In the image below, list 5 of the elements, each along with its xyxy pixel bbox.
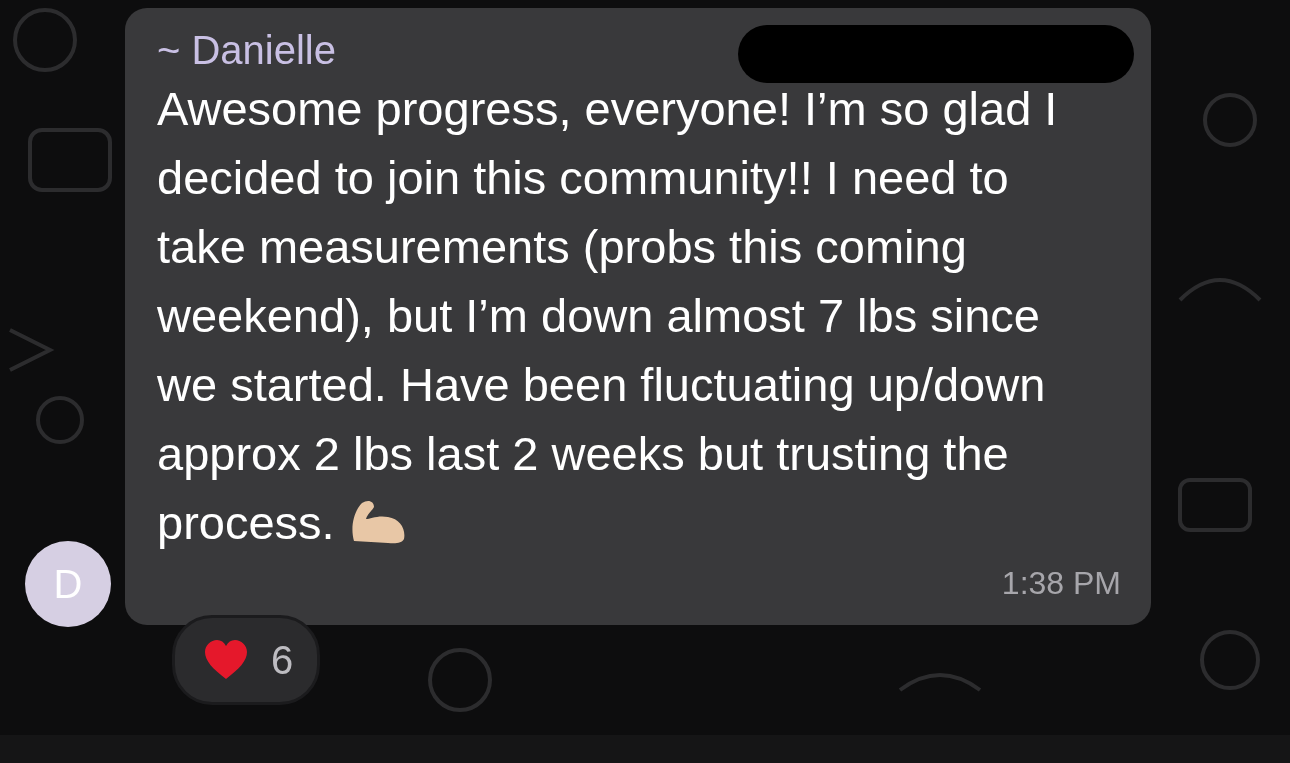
reaction-chip[interactable]: 6 xyxy=(172,615,321,705)
sender-name: ~ Danielle xyxy=(157,27,336,74)
message-time: 1:38 PM xyxy=(1000,564,1121,603)
heart-icon xyxy=(203,639,249,681)
message-text: Awesome progress, everyone! I’m so glad I decided to join this community!! I need to take measurements (probs this coming weekend), but I’m down almost 7 lbs since we started. Have been fluctuating up/down approx 2 lbs last 2 weeks but trusting the process. xyxy=(157,81,1059,551)
